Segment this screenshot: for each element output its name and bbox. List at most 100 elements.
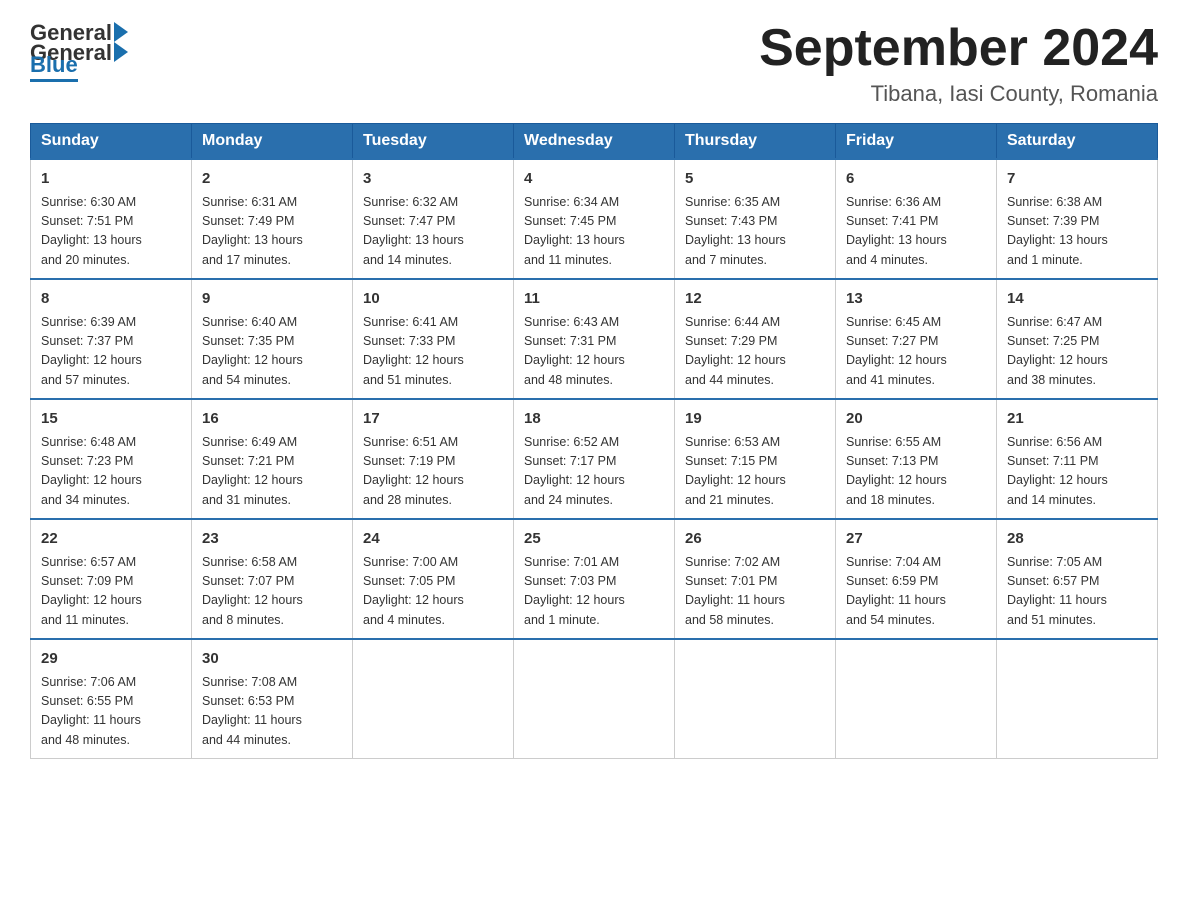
table-row: 24Sunrise: 7:00 AMSunset: 7:05 PMDayligh…: [353, 519, 514, 639]
title-block: September 2024 Tibana, Iasi County, Roma…: [759, 20, 1158, 107]
table-row: 7Sunrise: 6:38 AMSunset: 7:39 PMDaylight…: [997, 159, 1158, 279]
day-number: 21: [1007, 408, 1147, 431]
table-row: [997, 639, 1158, 759]
day-number: 24: [363, 528, 503, 551]
day-number: 3: [363, 168, 503, 191]
table-row: 2Sunrise: 6:31 AMSunset: 7:49 PMDaylight…: [192, 159, 353, 279]
table-row: [675, 639, 836, 759]
logo-triangle-icon: [114, 22, 128, 42]
day-info: Sunrise: 6:43 AMSunset: 7:31 PMDaylight:…: [524, 313, 664, 391]
day-number: 4: [524, 168, 664, 191]
day-info: Sunrise: 6:53 AMSunset: 7:15 PMDaylight:…: [685, 433, 825, 511]
header-thursday: Thursday: [675, 124, 836, 160]
day-number: 22: [41, 528, 181, 551]
table-row: 21Sunrise: 6:56 AMSunset: 7:11 PMDayligh…: [997, 399, 1158, 519]
table-row: 28Sunrise: 7:05 AMSunset: 6:57 PMDayligh…: [997, 519, 1158, 639]
table-row: 27Sunrise: 7:04 AMSunset: 6:59 PMDayligh…: [836, 519, 997, 639]
calendar-week-row: 15Sunrise: 6:48 AMSunset: 7:23 PMDayligh…: [31, 399, 1158, 519]
table-row: 13Sunrise: 6:45 AMSunset: 7:27 PMDayligh…: [836, 279, 997, 399]
table-row: 29Sunrise: 7:06 AMSunset: 6:55 PMDayligh…: [31, 639, 192, 759]
table-row: 22Sunrise: 6:57 AMSunset: 7:09 PMDayligh…: [31, 519, 192, 639]
calendar-week-row: 8Sunrise: 6:39 AMSunset: 7:37 PMDaylight…: [31, 279, 1158, 399]
table-row: 9Sunrise: 6:40 AMSunset: 7:35 PMDaylight…: [192, 279, 353, 399]
table-row: 16Sunrise: 6:49 AMSunset: 7:21 PMDayligh…: [192, 399, 353, 519]
day-number: 29: [41, 648, 181, 671]
calendar-title: September 2024: [759, 20, 1158, 77]
calendar-table: Sunday Monday Tuesday Wednesday Thursday…: [30, 123, 1158, 759]
day-number: 8: [41, 288, 181, 311]
table-row: 14Sunrise: 6:47 AMSunset: 7:25 PMDayligh…: [997, 279, 1158, 399]
logo-blue-text: Blue: [30, 52, 78, 82]
day-info: Sunrise: 7:00 AMSunset: 7:05 PMDaylight:…: [363, 553, 503, 631]
day-number: 18: [524, 408, 664, 431]
day-info: Sunrise: 6:44 AMSunset: 7:29 PMDaylight:…: [685, 313, 825, 391]
table-row: 15Sunrise: 6:48 AMSunset: 7:23 PMDayligh…: [31, 399, 192, 519]
day-number: 14: [1007, 288, 1147, 311]
day-info: Sunrise: 6:40 AMSunset: 7:35 PMDaylight:…: [202, 313, 342, 391]
calendar-header-row: Sunday Monday Tuesday Wednesday Thursday…: [31, 124, 1158, 160]
table-row: 25Sunrise: 7:01 AMSunset: 7:03 PMDayligh…: [514, 519, 675, 639]
day-info: Sunrise: 6:41 AMSunset: 7:33 PMDaylight:…: [363, 313, 503, 391]
day-info: Sunrise: 7:06 AMSunset: 6:55 PMDaylight:…: [41, 673, 181, 751]
table-row: [836, 639, 997, 759]
day-info: Sunrise: 6:48 AMSunset: 7:23 PMDaylight:…: [41, 433, 181, 511]
calendar-week-row: 29Sunrise: 7:06 AMSunset: 6:55 PMDayligh…: [31, 639, 1158, 759]
day-number: 7: [1007, 168, 1147, 191]
day-info: Sunrise: 6:51 AMSunset: 7:19 PMDaylight:…: [363, 433, 503, 511]
day-number: 30: [202, 648, 342, 671]
day-number: 13: [846, 288, 986, 311]
day-number: 16: [202, 408, 342, 431]
day-info: Sunrise: 6:56 AMSunset: 7:11 PMDaylight:…: [1007, 433, 1147, 511]
page-header: General General Blue September 2024 Tiba…: [30, 20, 1158, 107]
day-info: Sunrise: 7:02 AMSunset: 7:01 PMDaylight:…: [685, 553, 825, 631]
table-row: 23Sunrise: 6:58 AMSunset: 7:07 PMDayligh…: [192, 519, 353, 639]
day-number: 2: [202, 168, 342, 191]
table-row: 20Sunrise: 6:55 AMSunset: 7:13 PMDayligh…: [836, 399, 997, 519]
table-row: [514, 639, 675, 759]
day-number: 12: [685, 288, 825, 311]
day-number: 6: [846, 168, 986, 191]
day-info: Sunrise: 6:39 AMSunset: 7:37 PMDaylight:…: [41, 313, 181, 391]
day-info: Sunrise: 6:32 AMSunset: 7:47 PMDaylight:…: [363, 193, 503, 271]
day-number: 11: [524, 288, 664, 311]
table-row: 6Sunrise: 6:36 AMSunset: 7:41 PMDaylight…: [836, 159, 997, 279]
day-number: 25: [524, 528, 664, 551]
logo: General General Blue: [30, 20, 130, 82]
header-monday: Monday: [192, 124, 353, 160]
table-row: 1Sunrise: 6:30 AMSunset: 7:51 PMDaylight…: [31, 159, 192, 279]
day-number: 15: [41, 408, 181, 431]
table-row: 12Sunrise: 6:44 AMSunset: 7:29 PMDayligh…: [675, 279, 836, 399]
table-row: 26Sunrise: 7:02 AMSunset: 7:01 PMDayligh…: [675, 519, 836, 639]
day-info: Sunrise: 6:34 AMSunset: 7:45 PMDaylight:…: [524, 193, 664, 271]
table-row: [353, 639, 514, 759]
header-friday: Friday: [836, 124, 997, 160]
day-info: Sunrise: 6:35 AMSunset: 7:43 PMDaylight:…: [685, 193, 825, 271]
calendar-week-row: 22Sunrise: 6:57 AMSunset: 7:09 PMDayligh…: [31, 519, 1158, 639]
day-info: Sunrise: 6:30 AMSunset: 7:51 PMDaylight:…: [41, 193, 181, 271]
table-row: 30Sunrise: 7:08 AMSunset: 6:53 PMDayligh…: [192, 639, 353, 759]
day-number: 27: [846, 528, 986, 551]
logo-arrow-icon: [114, 42, 128, 62]
table-row: 3Sunrise: 6:32 AMSunset: 7:47 PMDaylight…: [353, 159, 514, 279]
day-number: 23: [202, 528, 342, 551]
calendar-subtitle: Tibana, Iasi County, Romania: [759, 81, 1158, 107]
day-info: Sunrise: 6:38 AMSunset: 7:39 PMDaylight:…: [1007, 193, 1147, 271]
table-row: 10Sunrise: 6:41 AMSunset: 7:33 PMDayligh…: [353, 279, 514, 399]
table-row: 17Sunrise: 6:51 AMSunset: 7:19 PMDayligh…: [353, 399, 514, 519]
day-number: 26: [685, 528, 825, 551]
day-info: Sunrise: 6:47 AMSunset: 7:25 PMDaylight:…: [1007, 313, 1147, 391]
day-number: 20: [846, 408, 986, 431]
day-info: Sunrise: 6:49 AMSunset: 7:21 PMDaylight:…: [202, 433, 342, 511]
day-info: Sunrise: 6:58 AMSunset: 7:07 PMDaylight:…: [202, 553, 342, 631]
header-sunday: Sunday: [31, 124, 192, 160]
day-info: Sunrise: 7:04 AMSunset: 6:59 PMDaylight:…: [846, 553, 986, 631]
day-number: 17: [363, 408, 503, 431]
day-info: Sunrise: 6:36 AMSunset: 7:41 PMDaylight:…: [846, 193, 986, 271]
header-wednesday: Wednesday: [514, 124, 675, 160]
day-number: 1: [41, 168, 181, 191]
day-number: 5: [685, 168, 825, 191]
day-info: Sunrise: 7:08 AMSunset: 6:53 PMDaylight:…: [202, 673, 342, 751]
calendar-week-row: 1Sunrise: 6:30 AMSunset: 7:51 PMDaylight…: [31, 159, 1158, 279]
day-number: 19: [685, 408, 825, 431]
table-row: 4Sunrise: 6:34 AMSunset: 7:45 PMDaylight…: [514, 159, 675, 279]
